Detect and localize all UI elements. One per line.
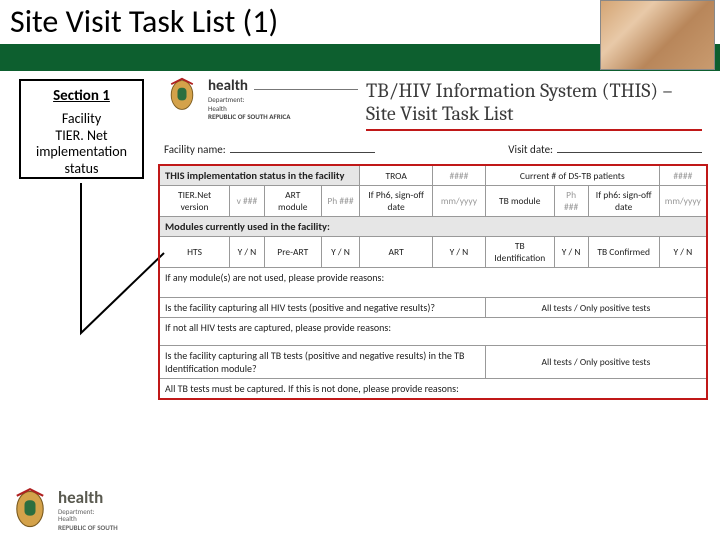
cell-tb-a: All tests / Only positive tests (485, 346, 707, 379)
form-header: health Department: Health REPUBLIC OF SO… (158, 73, 708, 141)
cell-hiv-q: Is the facility capturing all HIV tests … (159, 298, 485, 318)
cell-ph6date-label: If Ph6, sign-off date (360, 186, 433, 217)
cell-tbmod-val: Ph ### (554, 186, 588, 217)
footer-coat-of-arms-icon (8, 487, 52, 531)
cell-tb-q: Is the facility capturing all TB tests (… (159, 346, 485, 379)
cell-hiv-a: All tests / Only positive tests (485, 298, 707, 318)
cell-artm: ART (360, 237, 433, 268)
footer-brand-text: health Department: Health REPUBLIC OF SO… (58, 487, 118, 532)
footer-brand-name: health (58, 487, 118, 508)
brand-block: health Department: Health REPUBLIC OF SO… (208, 77, 358, 121)
cell-tbconf-yn: Y / N (659, 237, 707, 268)
callout-pointer (69, 183, 169, 383)
cell-version-label: TIER.Net version (159, 186, 230, 217)
cell-ph6b-label: If ph6: sign-off date (588, 186, 659, 217)
facility-label: Facility name: (164, 143, 226, 156)
brand-name: health (208, 77, 248, 95)
red-rule (366, 129, 702, 131)
brand-dept-l1: Department: (208, 96, 358, 104)
doc-title-l1: TB/HIV Information System (THIS) – (366, 79, 702, 102)
caption-l4: status (65, 160, 99, 177)
cell-troa-val: #### (433, 165, 486, 186)
visit-underline (557, 143, 702, 153)
slide-title-bar: Site Visit Task List (1) (0, 0, 720, 53)
doc-title-block: TB/HIV Information System (THIS) – Site … (366, 77, 702, 137)
cell-this-status: THIS implementation status in the facili… (159, 165, 360, 186)
section-caption: Facility TIER. Net implementation status (21, 105, 142, 177)
doc-title-l2: Site Visit Task List (366, 102, 702, 125)
visit-date-field: Visit date: (508, 143, 702, 156)
cell-ph6b-val: mm/yyyy (659, 186, 707, 217)
cell-dstb-label: Current # of DS-TB patients (485, 165, 659, 186)
cell-modules-reason: If any module(s) are not used, please pr… (159, 268, 707, 298)
cell-hiv-reason: If not all HIV tests are captured, pleas… (159, 318, 707, 346)
section-number: Section 1 (21, 81, 142, 105)
status-table: THIS implementation status in the facili… (158, 164, 708, 400)
footer-brand: health Department: Health REPUBLIC OF SO… (8, 487, 118, 532)
slide-title: Site Visit Task List (1) (10, 2, 278, 41)
coat-of-arms-icon (164, 77, 200, 113)
slide-content: Section 1 Facility TIER. Net implementat… (0, 71, 720, 540)
cell-preart: Pre-ART (264, 237, 321, 268)
brand-dept-l3: REPUBLIC OF SOUTH AFRICA (208, 112, 358, 121)
facility-name-field: Facility name: (164, 143, 375, 156)
brand-rule (254, 89, 358, 90)
form-document: health Department: Health REPUBLIC OF SO… (158, 73, 708, 400)
brand-dept-l2: Health (208, 105, 358, 113)
caption-l2: TIER. Net (55, 127, 107, 144)
cell-modules-header: Modules currently used in the facility: (159, 217, 707, 237)
footer-l3: REPUBLIC OF SOUTH (58, 523, 118, 532)
cell-preart-yn: Y / N (321, 237, 359, 268)
cell-art-label: ART module (264, 186, 321, 217)
cell-hts: HTS (159, 237, 230, 268)
cell-dstb-val: #### (659, 165, 707, 186)
cell-artm-yn: Y / N (433, 237, 486, 268)
cell-tbid: TB Identification (485, 237, 554, 268)
cell-tbid-yn: Y / N (554, 237, 588, 268)
section-callout-box: Section 1 Facility TIER. Net implementat… (19, 79, 144, 179)
facility-underline (230, 143, 375, 153)
cell-tbconf: TB Confirmed (588, 237, 659, 268)
cell-tbmod-label: TB module (485, 186, 554, 217)
cell-hts-yn: Y / N (230, 237, 265, 268)
cell-troa-label: TROA (360, 165, 433, 186)
cell-ph6date-val: mm/yyyy (433, 186, 486, 217)
meta-row: Facility name: Visit date: (158, 141, 708, 164)
caption-l3: implementation (36, 143, 127, 160)
visit-label: Visit date: (508, 143, 553, 156)
caption-l1: Facility (62, 110, 101, 127)
cell-version-val: v ### (230, 186, 265, 217)
cell-tb-reason: All TB tests must be captured. If this i… (159, 379, 707, 400)
footer-l2: Health (58, 515, 118, 523)
header-photo (600, 0, 715, 70)
cell-art-val: Ph ### (321, 186, 359, 217)
